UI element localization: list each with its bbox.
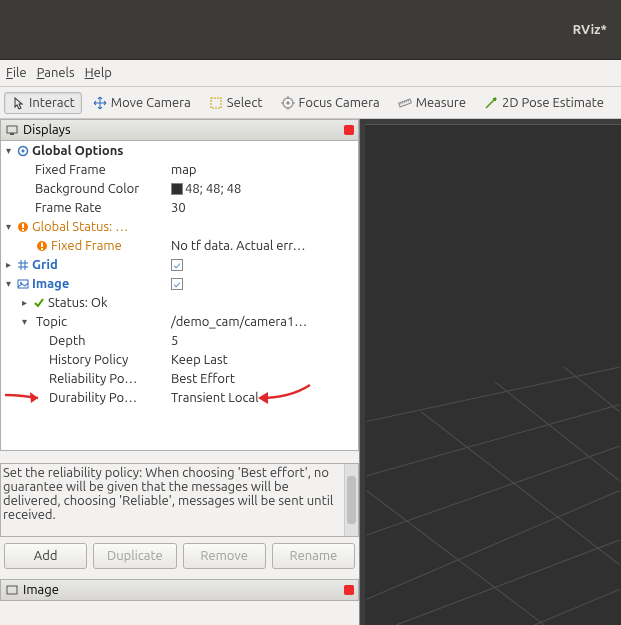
tree-item-fixed-frame[interactable]: Fixed Frame map — [1, 160, 358, 179]
displays-panel-title: Displays — [23, 123, 71, 137]
move-camera-button[interactable]: Move Camera — [86, 92, 198, 114]
image-icon — [5, 583, 19, 597]
tree-item-background-color[interactable]: Background Color 48; 48; 48 — [1, 179, 358, 198]
interact-label: Interact — [29, 96, 75, 110]
focus-camera-label: Focus Camera — [299, 96, 380, 110]
select-label: Select — [227, 96, 263, 110]
move-camera-label: Move Camera — [111, 96, 191, 110]
image-panel-title: Image — [23, 583, 59, 597]
interact-button[interactable]: Interact — [4, 92, 82, 114]
tree-item-global-status[interactable]: ▾Global Status: … — [1, 217, 358, 236]
grid-icon — [16, 258, 30, 272]
description-text: Set the reliability policy: When choosin… — [3, 466, 356, 522]
tree-item-global-options[interactable]: ▾Global Options — [1, 141, 358, 160]
check-icon — [32, 296, 46, 310]
toolbar: Interact Move Camera Select Focus Camera… — [0, 87, 621, 119]
interact-icon — [11, 96, 25, 110]
tree-item-history-policy[interactable]: History Policy Keep Last — [1, 350, 358, 369]
titlebar: RViz* — [0, 0, 621, 60]
pose-estimate-icon — [484, 96, 498, 110]
button-row: Add Duplicate Remove Rename — [0, 537, 359, 575]
left-pane: Displays ▾Global Options Fixed Frame map… — [0, 119, 360, 625]
displays-tree[interactable]: ▾Global Options Fixed Frame map Backgrou… — [0, 141, 359, 451]
tree-item-frame-rate[interactable]: Frame Rate 30 — [1, 198, 358, 217]
tree-item-depth[interactable]: Depth 5 — [1, 331, 358, 350]
image-icon — [16, 277, 30, 291]
viewport-3d[interactable] — [365, 124, 621, 625]
tree-item-topic[interactable]: ▾Topic /demo_cam/camera1… — [1, 312, 358, 331]
warning-icon — [16, 220, 30, 234]
measure-icon — [398, 96, 412, 110]
select-icon — [209, 96, 223, 110]
tree-item-reliability-policy[interactable]: Reliability Po… Best Effort — [1, 369, 358, 388]
measure-label: Measure — [416, 96, 466, 110]
menu-panels[interactable]: Panels — [37, 66, 75, 80]
select-button[interactable]: Select — [202, 92, 270, 114]
menubar: File Panels Help — [0, 60, 621, 87]
close-icon[interactable] — [344, 125, 354, 135]
remove-button[interactable]: Remove — [183, 543, 266, 569]
image-panel-header[interactable]: Image — [0, 579, 359, 601]
add-button[interactable]: Add — [4, 543, 87, 569]
window-title: RViz* — [573, 23, 607, 37]
displays-panel-header[interactable]: Displays — [0, 119, 359, 141]
warning-icon — [35, 239, 49, 253]
move-camera-icon — [93, 96, 107, 110]
focus-camera-icon — [281, 96, 295, 110]
close-icon[interactable] — [344, 585, 354, 595]
tree-item-image-status[interactable]: ▸Status: Ok — [1, 293, 358, 312]
menu-help[interactable]: Help — [85, 66, 112, 80]
measure-button[interactable]: Measure — [391, 92, 473, 114]
color-swatch — [171, 183, 183, 195]
focus-camera-button[interactable]: Focus Camera — [274, 92, 387, 114]
checkbox-icon: ✓ — [171, 278, 183, 290]
tree-item-durability-policy[interactable]: Durability Po… Transient Local — [1, 388, 358, 407]
tree-item-grid[interactable]: ▸Grid ✓ — [1, 255, 358, 274]
tree-item-status-fixed-frame[interactable]: Fixed Frame No tf data. Actual err… — [1, 236, 358, 255]
pose-estimate-button[interactable]: 2D Pose Estimate — [477, 92, 611, 114]
pose-estimate-label: 2D Pose Estimate — [502, 96, 604, 110]
rename-button[interactable]: Rename — [272, 543, 355, 569]
tree-item-image[interactable]: ▾Image ✓ — [1, 274, 358, 293]
scrollbar[interactable] — [344, 464, 358, 536]
gear-icon — [16, 144, 30, 158]
duplicate-button[interactable]: Duplicate — [93, 543, 176, 569]
checkbox-icon: ✓ — [171, 259, 183, 271]
description-box: Set the reliability policy: When choosin… — [0, 463, 359, 537]
displays-icon — [5, 123, 19, 137]
menu-file[interactable]: File — [6, 66, 27, 80]
grid-3d — [365, 125, 621, 625]
